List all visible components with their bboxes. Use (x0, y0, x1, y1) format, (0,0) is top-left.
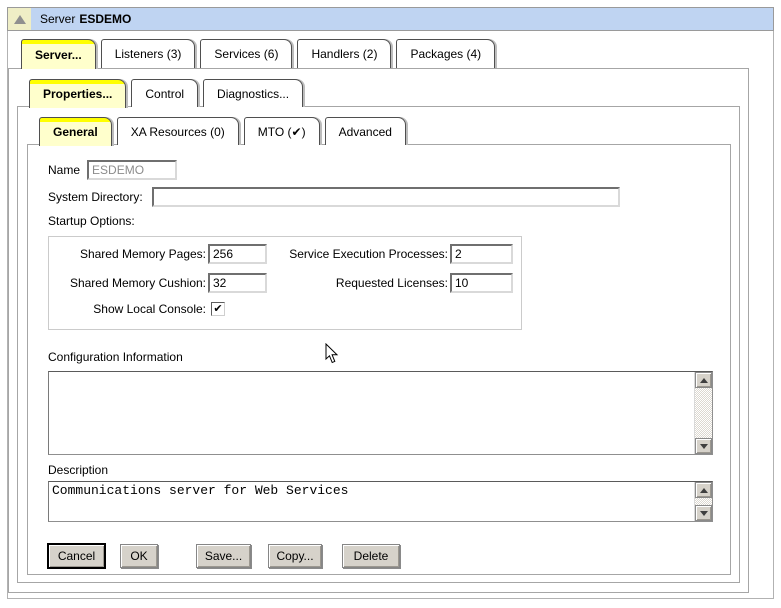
mouse-cursor-icon (325, 343, 339, 364)
scrollbar-down-button[interactable] (695, 438, 712, 454)
startup-options-group: Shared Memory Pages: Service Execution P… (48, 236, 522, 330)
admin-console-page: Server ESDEMO Server... Listeners (3) Ser… (0, 0, 781, 608)
tab-server[interactable]: Server... (21, 39, 96, 69)
startup-row-2: Shared Memory Cushion: Requested License… (49, 273, 521, 293)
config-scrollbar (694, 372, 712, 454)
triangle-down-icon (700, 444, 708, 449)
cancel-button[interactable]: Cancel (48, 544, 105, 568)
system-directory-row: System Directory: (48, 186, 620, 207)
tab-control[interactable]: Control (131, 79, 198, 107)
tab-services[interactable]: Services (6) (200, 39, 292, 68)
save-button[interactable]: Save... (196, 544, 251, 568)
shared-memory-cushion-label: Shared Memory Cushion: (49, 276, 206, 290)
description-textarea-wrap: Communications server for Web Services (48, 481, 713, 522)
system-directory-field[interactable] (152, 187, 620, 207)
server-header-bar: Server ESDEMO (7, 7, 774, 31)
delete-button[interactable]: Delete (342, 544, 400, 568)
scrollbar-up-button[interactable] (695, 372, 712, 388)
tab-mto[interactable]: MTO (✔) (244, 117, 320, 145)
tab-diagnostics[interactable]: Diagnostics... (203, 79, 303, 107)
scrollbar-track[interactable] (695, 498, 712, 505)
requested-licenses-field[interactable] (450, 273, 513, 293)
configuration-information-textarea-wrap (48, 371, 713, 455)
ok-button[interactable]: OK (120, 544, 158, 568)
page-title: Server ESDEMO (40, 12, 131, 26)
shared-memory-pages-label: Shared Memory Pages: (49, 247, 206, 261)
tab-strip-level1: Server... Listeners (3) Services (6) Han… (21, 39, 495, 68)
name-row: Name (48, 159, 177, 180)
name-field[interactable] (87, 160, 177, 180)
description-label: Description (48, 463, 108, 477)
tab-listeners[interactable]: Listeners (3) (101, 39, 196, 68)
description-scrollbar (694, 482, 712, 521)
tab-xa-resources[interactable]: XA Resources (0) (117, 117, 239, 145)
shared-memory-cushion-field[interactable] (208, 273, 267, 293)
page-title-prefix: Server (40, 12, 75, 26)
shared-memory-pages-field[interactable] (208, 244, 267, 264)
service-execution-processes-label: Service Execution Processes: (267, 247, 448, 261)
name-label: Name (48, 163, 80, 177)
requested-licenses-label: Requested Licenses: (267, 276, 448, 290)
show-local-console-label: Show Local Console: (49, 302, 206, 316)
service-execution-processes-field[interactable] (450, 244, 513, 264)
scrollbar-track[interactable] (695, 388, 712, 438)
triangle-up-icon (14, 15, 26, 24)
tab-packages[interactable]: Packages (4) (396, 39, 495, 68)
startup-row-1: Shared Memory Pages: Service Execution P… (49, 244, 521, 264)
tab-properties[interactable]: Properties... (29, 79, 126, 108)
scrollbar-down-button[interactable] (695, 505, 712, 521)
collapse-toggle[interactable] (8, 8, 31, 30)
system-directory-label: System Directory: (48, 190, 143, 204)
tab-strip-level3: General XA Resources (0) MTO (✔) Advance… (39, 117, 406, 145)
triangle-up-icon (700, 488, 708, 493)
check-icon: ✔ (213, 304, 222, 315)
startup-row-3: Show Local Console: ✔ (49, 302, 521, 316)
copy-button[interactable]: Copy... (268, 544, 322, 568)
description-textarea[interactable]: Communications server for Web Services (49, 482, 694, 521)
configuration-information-textarea[interactable] (49, 372, 694, 454)
show-local-console-checkbox[interactable]: ✔ (211, 302, 225, 316)
tab-handlers[interactable]: Handlers (2) (297, 39, 391, 68)
server-name: ESDEMO (79, 12, 131, 26)
startup-options-label: Startup Options: (48, 214, 135, 228)
tab-strip-level2: Properties... Control Diagnostics... (29, 79, 303, 107)
tab-advanced[interactable]: Advanced (325, 117, 406, 145)
configuration-information-label: Configuration Information (48, 350, 183, 364)
scrollbar-up-button[interactable] (695, 482, 712, 498)
triangle-down-icon (700, 511, 708, 516)
triangle-up-icon (700, 378, 708, 383)
action-button-row: Cancel OK Save... Copy... Delete (48, 544, 400, 568)
tab-general[interactable]: General (39, 117, 112, 146)
